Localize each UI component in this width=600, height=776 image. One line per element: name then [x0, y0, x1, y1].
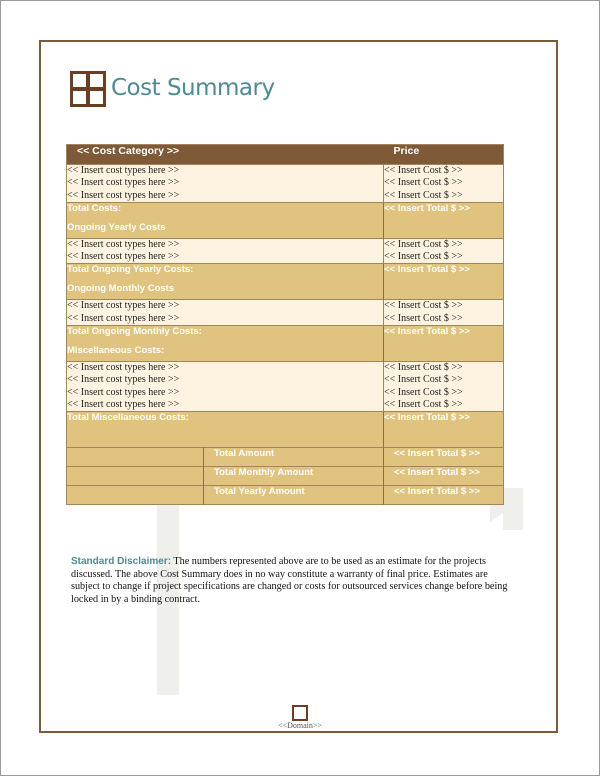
summary-label: Total Yearly Amount [203, 485, 384, 505]
section-heading: Ongoing Yearly Costs [67, 221, 166, 233]
section-total-cell: Total Miscellaneous Costs: [66, 411, 384, 448]
cost-values-cell: << Insert Cost $ >> << Insert Cost $ >> [383, 299, 504, 326]
section-total-cell: Total Costs: Ongoing Yearly Costs [66, 201, 384, 239]
items-row: << Insert cost types here >> << Insert co… [66, 299, 504, 326]
cost-value-item[interactable]: << Insert Cost $ >> [384, 239, 503, 251]
cost-values-cell: << Insert Cost $ >> << Insert Cost $ >> <<… [383, 164, 504, 203]
cost-value-item[interactable]: << Insert Cost $ >> [384, 177, 503, 189]
cost-values-cell: << Insert Cost $ >> << Insert Cost $ >> <<… [383, 361, 504, 412]
header-cost-category: << Cost Category >> [66, 144, 384, 165]
footer-square-icon [292, 705, 308, 721]
header-price: Price [383, 144, 504, 165]
items-row: << Insert cost types here >> << Insert co… [66, 361, 504, 412]
disclaimer-label: Standard Disclaimer: [71, 556, 172, 567]
summary-blank-cell [66, 485, 204, 505]
footer-domain: <<Domain>> [278, 721, 322, 730]
cost-type-item[interactable]: << Insert cost types here >> [67, 190, 383, 202]
section-total-row: Total Miscellaneous Costs: << Insert Tota… [66, 411, 504, 448]
section-heading: Ongoing Monthly Costs [67, 283, 175, 295]
section-total-cell: Total Ongoing Monthly Costs: Miscellaneou… [66, 325, 384, 362]
summary-blank-cell [66, 466, 204, 486]
summary-value[interactable]: << Insert Total $ >> [383, 447, 504, 467]
cost-value-item[interactable]: << Insert Cost $ >> [384, 300, 503, 312]
cost-value-item[interactable]: << Insert Cost $ >> [384, 313, 503, 325]
cost-values-cell: << Insert Cost $ >> << Insert Cost $ >> [383, 237, 504, 264]
cost-type-item[interactable]: << Insert cost types here >> [67, 239, 383, 251]
summary-value[interactable]: << Insert Total $ >> [383, 485, 504, 505]
summary-row: Total Yearly Amount << Insert Total $ >> [66, 485, 504, 505]
cost-type-item[interactable]: << Insert cost types here >> [67, 300, 383, 312]
cost-types-cell: << Insert cost types here >> << Insert co… [66, 361, 384, 412]
summary-value[interactable]: << Insert Total $ >> [383, 466, 504, 486]
cost-value-item[interactable]: << Insert Cost $ >> [384, 190, 503, 202]
summary-label: Total Amount [203, 447, 384, 467]
section-total-row: Total Ongoing Yearly Costs: Ongoing Month… [66, 263, 504, 300]
cost-type-item[interactable]: << Insert cost types here >> [67, 177, 383, 189]
section-total-label: Total Ongoing Monthly Costs: [67, 326, 202, 338]
cost-type-item[interactable]: << Insert cost types here >> [67, 362, 383, 374]
cost-type-item[interactable]: << Insert cost types here >> [67, 399, 383, 411]
table-header: << Cost Category >> Price [66, 144, 504, 165]
cost-value-item[interactable]: << Insert Cost $ >> [384, 374, 503, 386]
cost-types-cell: << Insert cost types here >> << Insert co… [66, 237, 384, 264]
cost-value-item[interactable]: << Insert Cost $ >> [384, 362, 503, 374]
summary-row: Total Amount << Insert Total $ >> [66, 447, 504, 467]
cost-type-item[interactable]: << Insert cost types here >> [67, 251, 383, 263]
summary-row: Total Monthly Amount << Insert Total $ >> [66, 466, 504, 486]
page-title: Cost Summary [111, 75, 275, 101]
items-row: << Insert cost types here >> << Insert co… [66, 237, 504, 264]
cost-type-item[interactable]: << Insert cost types here >> [67, 374, 383, 386]
section-total-value[interactable]: << Insert Total $ >> [383, 201, 504, 239]
section-total-value[interactable]: << Insert Total $ >> [383, 411, 504, 448]
cost-value-item[interactable]: << Insert Cost $ >> [384, 251, 503, 263]
cost-type-item[interactable]: << Insert cost types here >> [67, 313, 383, 325]
section-total-row: Total Costs: Ongoing Yearly Costs << Inser… [66, 201, 504, 239]
window-logo-icon [70, 71, 106, 107]
cost-type-item[interactable]: << Insert cost types here >> [67, 387, 383, 399]
section-heading: Miscellaneous Costs: [67, 345, 165, 357]
section-total-row: Total Ongoing Monthly Costs: Miscellaneou… [66, 325, 504, 362]
summary-blank-cell [66, 447, 204, 467]
section-total-label: Total Costs: [67, 202, 122, 214]
cost-type-item[interactable]: << Insert cost types here >> [67, 165, 383, 177]
cost-value-item[interactable]: << Insert Cost $ >> [384, 387, 503, 399]
disclaimer: Standard Disclaimer: The numbers represe… [71, 556, 511, 606]
section-total-value[interactable]: << Insert Total $ >> [383, 263, 504, 300]
cost-types-cell: << Insert cost types here >> << Insert co… [66, 299, 384, 326]
cost-summary-table: << Cost Category >> Price << Insert cost… [66, 144, 504, 506]
section-total-label: Total Ongoing Yearly Costs: [67, 264, 194, 276]
cost-value-item[interactable]: << Insert Cost $ >> [384, 165, 503, 177]
summary-label: Total Monthly Amount [203, 466, 384, 486]
items-row: << Insert cost types here >> << Insert co… [66, 164, 504, 203]
section-total-value[interactable]: << Insert Total $ >> [383, 325, 504, 362]
cost-value-item[interactable]: << Insert Cost $ >> [384, 399, 503, 411]
section-total-label: Total Miscellaneous Costs: [67, 412, 189, 424]
cost-types-cell: << Insert cost types here >> << Insert co… [66, 164, 384, 203]
section-total-cell: Total Ongoing Yearly Costs: Ongoing Month… [66, 263, 384, 300]
